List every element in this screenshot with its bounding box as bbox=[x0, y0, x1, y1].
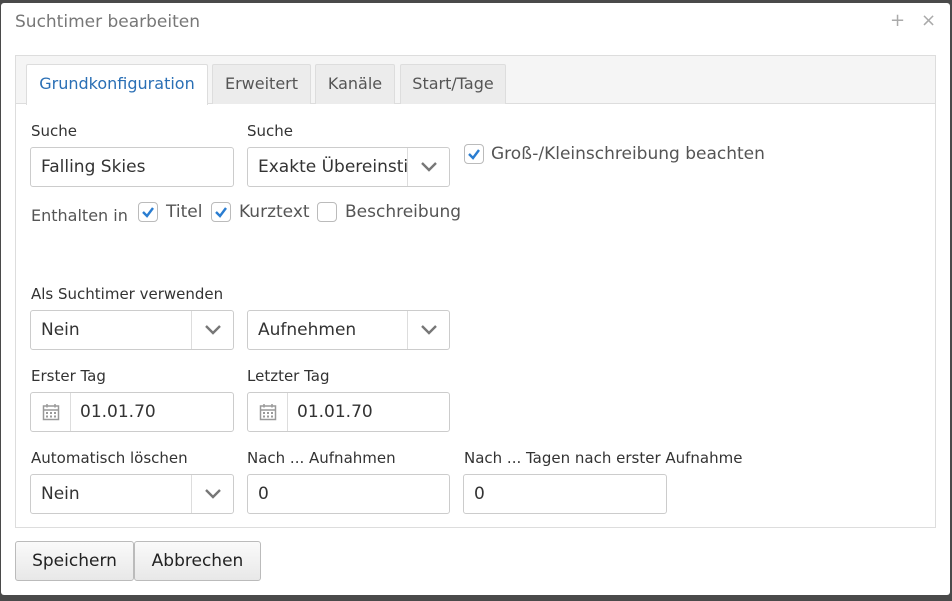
checkmark-icon bbox=[142, 207, 154, 218]
auto-delete-select[interactable]: Nein bbox=[30, 474, 234, 514]
last-day-input[interactable]: 01.01.70 bbox=[247, 392, 450, 432]
calendar-icon[interactable] bbox=[248, 393, 288, 431]
add-icon[interactable]: + bbox=[890, 9, 905, 33]
contained-title-label: Titel bbox=[166, 202, 203, 222]
checkmark-icon bbox=[468, 149, 480, 160]
dialog-panel: Grundkonfiguration Erweitert Kanäle Star… bbox=[15, 55, 936, 528]
auto-delete-label: Automatisch löschen bbox=[31, 449, 188, 467]
contained-shorttext-checkbox[interactable] bbox=[211, 202, 231, 222]
tab-kanaele[interactable]: Kanäle bbox=[315, 64, 395, 104]
contained-description-label: Beschreibung bbox=[345, 202, 462, 222]
tab-bar: Grundkonfiguration Erweitert Kanäle Star… bbox=[16, 56, 935, 105]
first-day-input[interactable]: 01.01.70 bbox=[30, 392, 234, 432]
case-sensitive-label: Groß-/Kleinschreibung beachten bbox=[491, 144, 765, 164]
contained-description-checkbox[interactable] bbox=[317, 202, 337, 222]
search-input[interactable]: Falling Skies bbox=[30, 147, 234, 187]
search-label: Suche bbox=[31, 122, 78, 140]
chevron-down-icon bbox=[407, 311, 449, 349]
chevron-down-icon bbox=[407, 148, 449, 186]
after-recordings-label: Nach ... Aufnahmen bbox=[247, 449, 396, 467]
action-value: Aufnehmen bbox=[258, 320, 357, 340]
checkmark-icon bbox=[215, 207, 227, 218]
calendar-icon[interactable] bbox=[31, 393, 71, 431]
search-mode-value: Exakte Übereinstimmung bbox=[258, 157, 407, 177]
auto-delete-value: Nein bbox=[41, 484, 80, 504]
last-day-value: 01.01.70 bbox=[297, 402, 373, 422]
save-button[interactable]: Speichern bbox=[15, 541, 134, 581]
first-day-label: Erster Tag bbox=[31, 367, 106, 385]
tab-grundkonfiguration[interactable]: Grundkonfiguration bbox=[26, 64, 208, 105]
tab-erweitert[interactable]: Erweitert bbox=[212, 64, 311, 104]
use-as-label: Als Suchtimer verwenden bbox=[31, 285, 224, 303]
search-mode-label: Suche bbox=[247, 122, 294, 140]
contained-in-label: Enthalten in bbox=[31, 206, 128, 225]
after-days-input[interactable]: 0 bbox=[463, 474, 667, 514]
chevron-down-icon bbox=[191, 475, 233, 513]
case-sensitive-checkbox[interactable] bbox=[464, 144, 484, 164]
use-as-value: Nein bbox=[41, 320, 80, 340]
dialog-title: Suchtimer bearbeiten bbox=[15, 12, 201, 32]
tab-start-tage[interactable]: Start/Tage bbox=[400, 64, 506, 104]
last-day-label: Letzter Tag bbox=[247, 367, 330, 385]
close-icon[interactable]: × bbox=[921, 9, 936, 33]
first-day-value: 01.01.70 bbox=[80, 402, 156, 422]
after-recordings-input[interactable]: 0 bbox=[247, 474, 450, 514]
contained-shorttext-label: Kurztext bbox=[239, 202, 310, 222]
cancel-button[interactable]: Abbrechen bbox=[134, 541, 261, 581]
contained-title-checkbox[interactable] bbox=[138, 202, 158, 222]
use-as-select[interactable]: Nein bbox=[30, 310, 234, 350]
action-select[interactable]: Aufnehmen bbox=[247, 310, 450, 350]
search-mode-select[interactable]: Exakte Übereinstimmung bbox=[247, 147, 450, 187]
chevron-down-icon bbox=[191, 311, 233, 349]
after-days-label: Nach ... Tagen nach erster Aufnahme bbox=[464, 449, 743, 467]
edit-search-timer-dialog: Suchtimer bearbeiten + × Grundkonfigurat… bbox=[1, 3, 950, 595]
